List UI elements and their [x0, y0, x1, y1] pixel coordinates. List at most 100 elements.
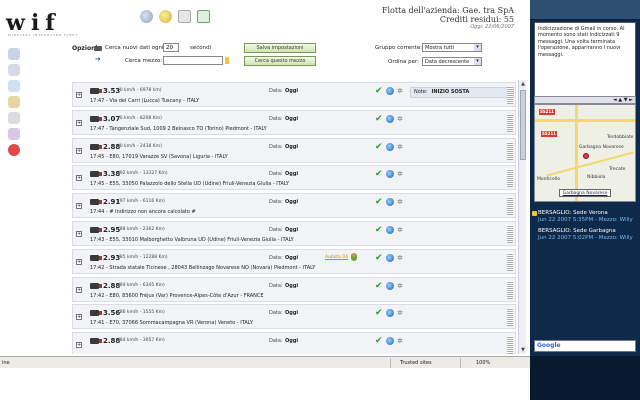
expand-icon[interactable]: + — [76, 258, 82, 265]
drag-handle[interactable] — [507, 224, 513, 243]
map-icon[interactable] — [8, 80, 20, 92]
satellite-icon[interactable]: ✲ — [397, 309, 403, 317]
date-label: Data: — [269, 171, 283, 178]
expand-icon[interactable]: + — [76, 230, 82, 237]
top-toolbar — [140, 10, 210, 23]
map-place: Trecate — [609, 167, 626, 172]
check-icon[interactable]: ✔ — [375, 253, 383, 263]
globe-icon[interactable] — [386, 253, 394, 262]
expand-icon[interactable]: + — [76, 175, 82, 182]
date-value: Oggi — [285, 88, 299, 94]
satellite-icon[interactable]: ✲ — [397, 170, 403, 178]
vehicle-row[interactable]: + 2.95 (88 km/h - 2362 Km) 17:43 - E55, … — [72, 220, 516, 246]
check-icon[interactable]: ✔ — [375, 337, 383, 346]
map-gadget[interactable]: SS211 SS211 Garbagna Novarese Nibbiola T… — [534, 104, 636, 202]
vehicle-row[interactable]: + 2.93 (85 km/h - 12288 Km) 17:42 - Stra… — [72, 248, 516, 274]
map-pin-icon[interactable] — [583, 153, 589, 159]
home-icon[interactable] — [8, 48, 20, 60]
find-vehicle-button[interactable]: Cerca questo mezzo — [244, 56, 316, 66]
chart-icon[interactable] — [8, 128, 20, 140]
globe-icon[interactable] — [386, 337, 394, 346]
export-icon[interactable] — [197, 10, 210, 23]
alert-item[interactable]: BERSAGLIO: Sede Verona Jun 22 2007 5:35P… — [532, 210, 638, 224]
vehicle-address: 17:45 - E55, 33050 Palazzolo dello Stell… — [90, 181, 290, 188]
check-icon[interactable]: ✔ — [375, 87, 383, 96]
globe-icon[interactable] — [386, 281, 394, 290]
globe-icon[interactable] — [386, 142, 394, 151]
truck-icon[interactable] — [8, 64, 20, 76]
check-icon[interactable]: ✔ — [375, 309, 383, 318]
drag-handle[interactable] — [507, 252, 513, 271]
satellite-icon[interactable]: ✲ — [397, 282, 403, 290]
check-icon[interactable]: ✔ — [375, 225, 383, 235]
refresh-interval-input[interactable] — [163, 43, 179, 52]
drag-handle[interactable] — [507, 308, 513, 327]
drag-handle[interactable] — [507, 113, 513, 132]
satellite-icon[interactable]: ✲ — [397, 143, 403, 151]
satellite-icon[interactable]: ✲ — [397, 115, 403, 123]
scroll-thumb[interactable] — [520, 90, 526, 160]
vehicle-row[interactable]: + 2.88 (0 km/h - 2438 Km) 17:45 - E80, 1… — [72, 137, 516, 163]
scroll-up-icon[interactable]: ▲ — [519, 80, 527, 88]
vehicle-row[interactable]: + 3.07 (0 km/h - 8208 Km) 17:47 - Tangen… — [72, 109, 516, 135]
map-controls[interactable]: ◄ ▲ ▼ ► — [534, 96, 636, 104]
check-icon[interactable]: ✔ — [375, 170, 383, 179]
map-place: Terdobbiate — [607, 135, 634, 140]
search-vehicle-input[interactable] — [163, 56, 223, 65]
expand-icon[interactable]: + — [76, 342, 82, 349]
globe-icon[interactable] — [386, 170, 394, 179]
drag-handle[interactable] — [507, 336, 513, 354]
drag-handle[interactable] — [507, 141, 513, 160]
vehicle-row[interactable]: + 3.56 (86 km/h - 1555 Km) 17:41 - E70, … — [72, 304, 516, 330]
vertical-scrollbar[interactable]: ▲ ▼ — [518, 80, 526, 354]
globe-icon[interactable] — [386, 87, 394, 95]
settings-icon[interactable] — [8, 112, 20, 124]
globe-icon[interactable] — [386, 225, 394, 234]
map-location-label[interactable]: Garbagna Novarese — [559, 189, 611, 197]
page-icon[interactable] — [178, 10, 191, 23]
check-icon[interactable]: ✔ — [375, 198, 383, 207]
zoom-level[interactable]: 100% — [476, 360, 490, 366]
satellite-icon[interactable]: ✲ — [397, 87, 403, 95]
drag-handle[interactable] — [507, 280, 513, 299]
check-icon[interactable]: ✔ — [375, 281, 383, 291]
drag-handle[interactable] — [507, 86, 513, 104]
vehicle-row[interactable]: + 3.38 (92 km/h - 13327 Km) 17:45 - E55,… — [72, 165, 516, 191]
alert-item[interactable]: BERSAGLIO: Sede Garbagna Jun 22 2007 5:0… — [538, 228, 638, 242]
expand-icon[interactable]: + — [76, 147, 82, 154]
globe-icon[interactable] — [386, 309, 394, 318]
scroll-down-icon[interactable]: ▼ — [519, 346, 527, 354]
globe-icon[interactable] — [140, 10, 153, 23]
save-settings-button[interactable]: Salva impostazioni — [244, 43, 316, 53]
vehicle-row[interactable]: + 2.88 (84 km/h - 6345 Km) 17:42 - E80, … — [72, 276, 516, 302]
help-icon[interactable] — [8, 144, 20, 156]
expand-icon[interactable]: + — [76, 203, 82, 210]
group-select[interactable]: Mostra tutti ▾ — [422, 43, 482, 52]
expand-icon[interactable]: + — [76, 286, 82, 293]
google-search-box[interactable]: Google — [534, 340, 636, 352]
check-icon[interactable]: ✔ — [375, 142, 383, 152]
report-icon[interactable] — [8, 96, 20, 108]
security-zone[interactable]: Trusted sites — [400, 360, 432, 366]
vehicle-row[interactable]: + 2.91 (97 km/h - 6116 Km) 17:44 - # Ind… — [72, 193, 516, 219]
order-select[interactable]: Data decrescente ▾ — [422, 57, 482, 66]
star-icon[interactable] — [159, 10, 172, 23]
current-date: Oggi: 22/06/2007 — [470, 24, 514, 30]
globe-icon[interactable] — [386, 114, 394, 123]
check-icon[interactable]: ✔ — [375, 114, 383, 124]
satellite-icon[interactable]: ✲ — [397, 254, 403, 262]
expand-icon[interactable]: + — [76, 92, 82, 98]
vehicle-row[interactable]: + 2.88 (84 km/h - 3057 Km) Data: Oggi ✔ … — [72, 332, 516, 354]
vehicle-row[interactable]: + 3.53 (0 km/h - 6978 km) 17:47 - Via de… — [72, 82, 516, 107]
date-label: Data: — [269, 254, 283, 261]
expand-icon[interactable]: + — [76, 314, 82, 321]
globe-icon[interactable] — [386, 198, 394, 207]
drag-handle[interactable] — [507, 169, 513, 188]
satellite-icon[interactable]: ✲ — [397, 337, 403, 345]
satellite-icon[interactable]: ✲ — [397, 226, 403, 234]
drag-handle[interactable] — [507, 197, 513, 216]
satellite-icon[interactable]: ✲ — [397, 198, 403, 206]
driver-link[interactable]: Autista 04 — [325, 255, 348, 260]
search-hint-icon[interactable] — [225, 57, 229, 64]
expand-icon[interactable]: + — [76, 119, 82, 126]
